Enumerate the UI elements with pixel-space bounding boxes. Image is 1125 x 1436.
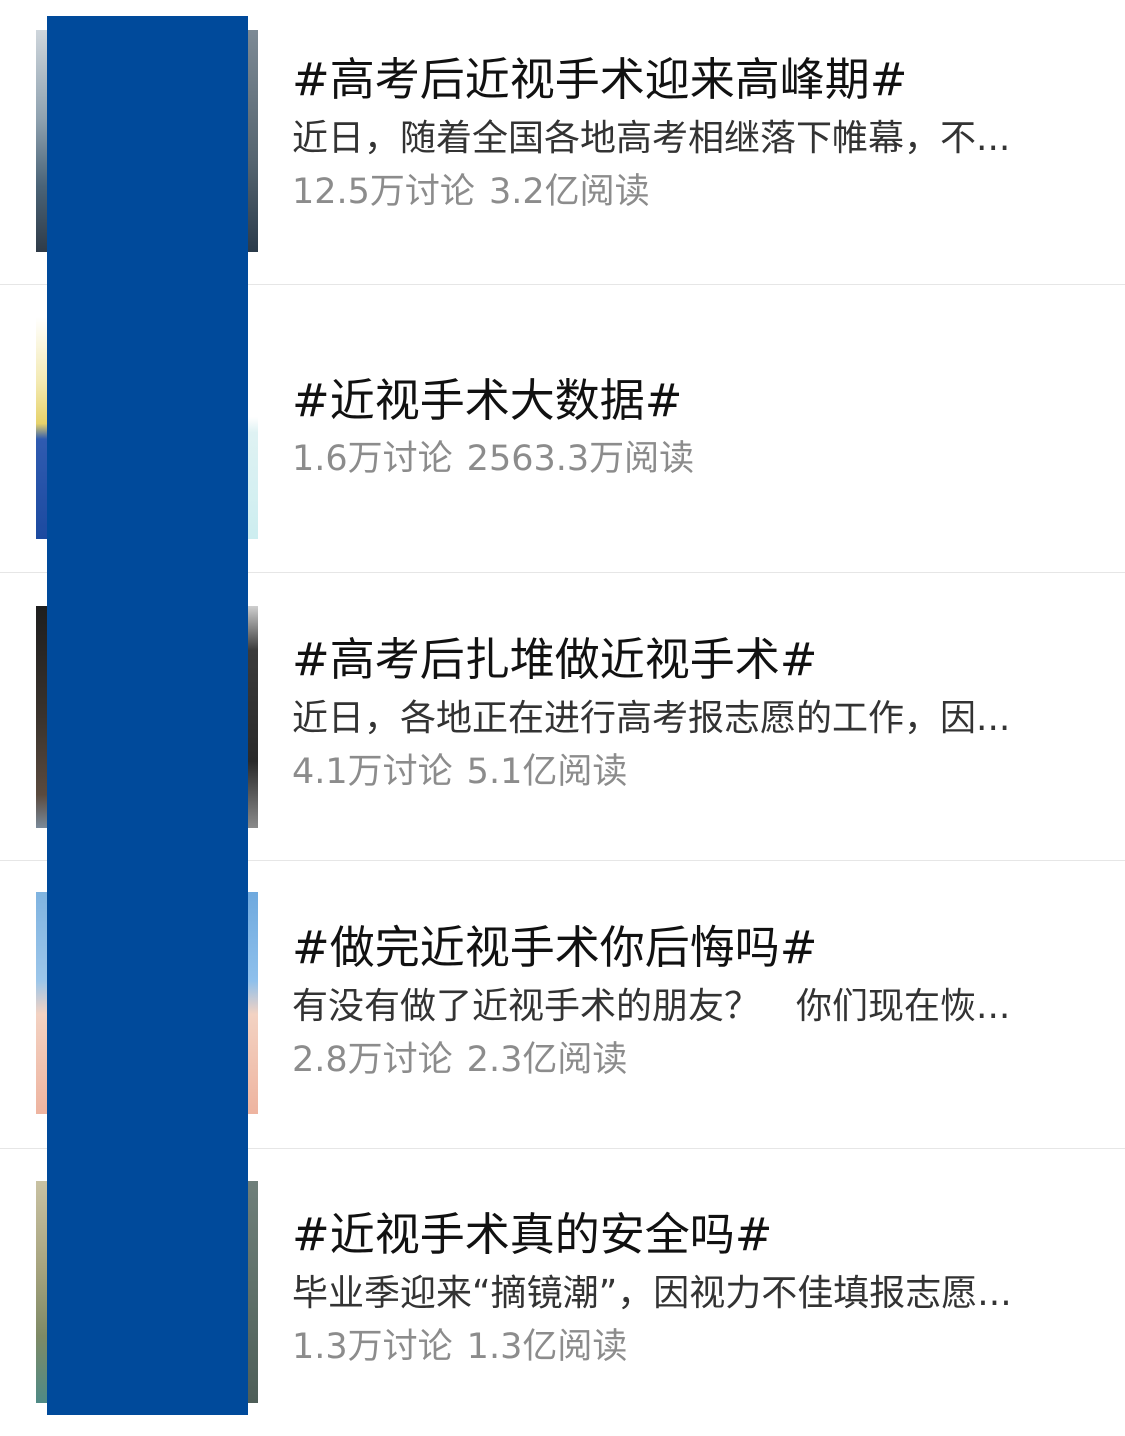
read-count: 1.3亿阅读 [466, 1327, 628, 1367]
topic-description: 有没有做了近视手术的朋友？ 你们现在恢... [292, 986, 1011, 1027]
topic-title[interactable]: #高考后近视手术迎来高峰期# [292, 52, 1081, 108]
read-count: 2.3亿阅读 [466, 1040, 628, 1080]
topic-info: #近视手术真的安全吗# 毕业季迎来“摘镜潮”，因视力不佳填报志愿... 1.3万… [292, 1207, 1081, 1369]
read-count: 5.1亿阅读 [466, 752, 628, 792]
topic-description: 近日，随着全国各地高考相继落下帷幕，不... [292, 118, 1011, 159]
topic-description: 毕业季迎来“摘镜潮”，因视力不佳填报志愿... [292, 1273, 1012, 1314]
topic-title[interactable]: #高考后扎堆做近视手术# [292, 632, 1081, 688]
topic-stats: 12.5万讨论 3.2亿阅读 [292, 170, 1081, 214]
topic-title[interactable]: #近视手术大数据# [292, 373, 1081, 429]
topic-stats: 2.8万讨论 2.3亿阅读 [292, 1038, 1081, 1082]
discussion-count: 12.5万讨论 [292, 172, 475, 212]
topic-info: #高考后扎堆做近视手术# 近日，各地正在进行高考报志愿的工作，因... 4.1万… [292, 632, 1081, 794]
topic-description: 近日，各地正在进行高考报志愿的工作，因... [292, 698, 1011, 739]
discussion-count: 4.1万讨论 [292, 752, 453, 792]
topic-stats: 4.1万讨论 5.1亿阅读 [292, 750, 1081, 794]
discussion-count: 2.8万讨论 [292, 1040, 453, 1080]
redaction-bar [47, 16, 248, 1415]
topic-title[interactable]: #近视手术真的安全吗# [292, 1207, 1081, 1263]
topic-info: #高考后近视手术迎来高峰期# 近日，随着全国各地高考相继落下帷幕，不... 12… [292, 52, 1081, 214]
discussion-count: 1.6万讨论 [292, 439, 453, 479]
topic-stats: 1.3万讨论 1.3亿阅读 [292, 1325, 1081, 1369]
read-count: 3.2亿阅读 [488, 172, 650, 212]
topic-stats: 1.6万讨论 2563.3万阅读 [292, 437, 1081, 481]
topic-list: #高考后近视手术迎来高峰期# 近日，随着全国各地高考相继落下帷幕，不... 12… [0, 0, 1125, 1436]
topic-title[interactable]: #做完近视手术你后悔吗# [292, 920, 1081, 976]
topic-info: #近视手术大数据# 1.6万讨论 2563.3万阅读 [292, 373, 1081, 481]
topic-info: #做完近视手术你后悔吗# 有没有做了近视手术的朋友？ 你们现在恢... 2.8万… [292, 920, 1081, 1082]
discussion-count: 1.3万讨论 [292, 1327, 453, 1367]
read-count: 2563.3万阅读 [466, 439, 695, 479]
